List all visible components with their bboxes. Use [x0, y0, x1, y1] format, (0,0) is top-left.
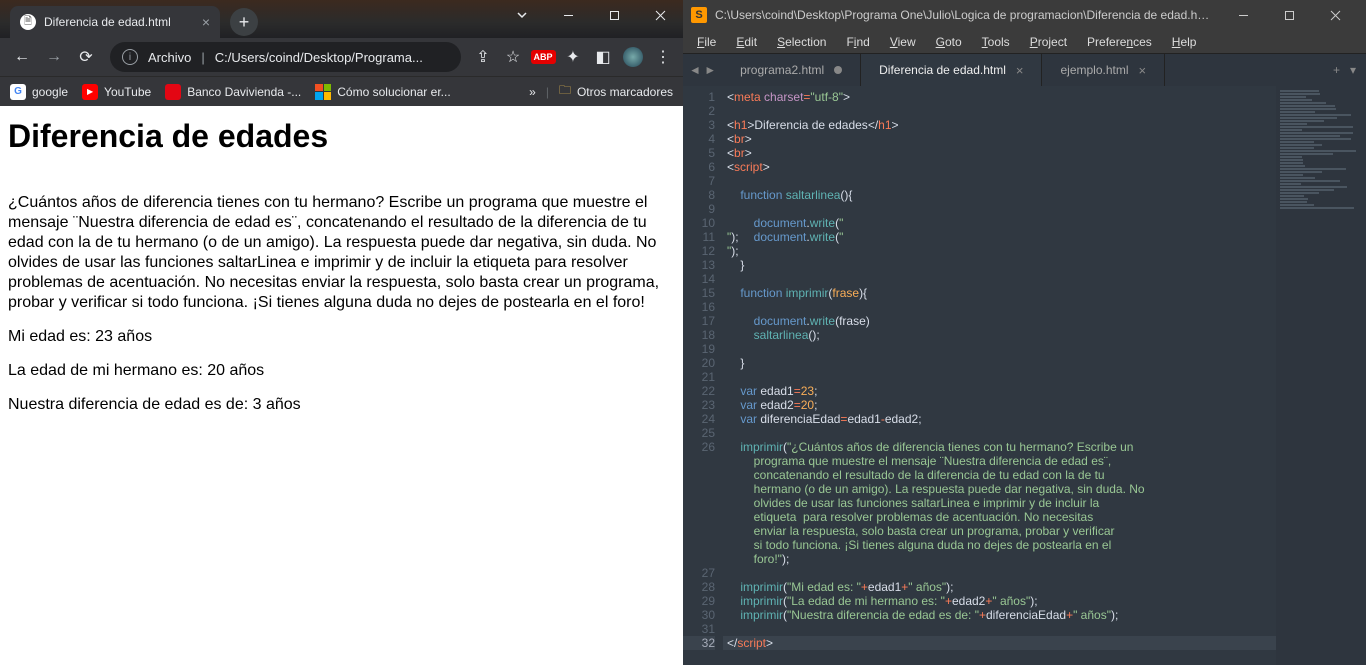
bookmark-google[interactable]: Ggoogle: [10, 84, 68, 100]
chrome-toolbar: ← → ⟳ i Archivo | C:/Users/coind/Desktop…: [0, 38, 683, 76]
bookmark-youtube[interactable]: ▶YouTube: [82, 84, 151, 100]
forward-button[interactable]: →: [40, 43, 68, 71]
editor-tab-ejemplo[interactable]: ejemplo.html×: [1042, 54, 1165, 86]
chrome-window-controls: [499, 0, 683, 30]
menu-selection[interactable]: Selection: [769, 33, 834, 51]
menu-help[interactable]: Help: [1164, 33, 1205, 51]
share-icon[interactable]: ⇪: [471, 45, 495, 69]
minimize-icon[interactable]: [1220, 0, 1266, 30]
close-window-icon[interactable]: [637, 0, 683, 30]
chrome-titlebar: 🗎 Diferencia de edad.html × +: [0, 0, 683, 38]
menu-find[interactable]: Find: [838, 33, 877, 51]
new-tab-button[interactable]: +: [230, 8, 258, 36]
maximize-icon[interactable]: [1266, 0, 1312, 30]
star-icon[interactable]: ☆: [501, 45, 525, 69]
reader-icon[interactable]: ◧: [591, 45, 615, 69]
bookmark-msfix[interactable]: Cómo solucionar er...: [315, 84, 450, 100]
bookmark-davivienda[interactable]: Banco Davivienda -...: [165, 84, 301, 100]
menu-goto[interactable]: Goto: [928, 33, 970, 51]
bookmarks-overflow[interactable]: »: [529, 85, 536, 99]
tab-nav-arrows[interactable]: ◄ ►: [683, 54, 722, 86]
google-icon: G: [10, 84, 26, 100]
minimize-icon[interactable]: [545, 0, 591, 30]
extensions-icon[interactable]: ✦: [561, 45, 585, 69]
close-tab-icon[interactable]: ×: [1016, 63, 1024, 78]
toolbar-right: ⇪ ☆ ABP ✦ ◧ ⋮: [471, 45, 675, 69]
url-scheme: Archivo: [148, 50, 191, 65]
line-gutter: 1234567891011121314151617181920212223242…: [683, 86, 723, 665]
editor-tab-programa2[interactable]: programa2.html: [722, 54, 861, 86]
menu-view[interactable]: View: [882, 33, 924, 51]
sublime-menu-bar: File Edit Selection Find View Goto Tools…: [683, 30, 1366, 54]
folder-icon: 🗀: [559, 81, 571, 102]
menu-file[interactable]: File: [689, 33, 724, 51]
davivienda-icon: [165, 84, 181, 100]
sublime-tab-bar: ◄ ► programa2.html Diferencia de edad.ht…: [683, 54, 1366, 86]
chrome-window: 🗎 Diferencia de edad.html × + ← → ⟳ i Ar…: [0, 0, 683, 665]
url-path: C:/Users/coind/Desktop/Programa...: [215, 50, 423, 65]
chrome-menu-button[interactable]: ⋮: [651, 45, 675, 69]
output-line-age2: La edad de mi hermano es: 20 años: [8, 361, 675, 381]
tab-dropdown-icon[interactable]: ▾: [1350, 63, 1356, 77]
menu-edit[interactable]: Edit: [728, 33, 765, 51]
microsoft-icon: [315, 84, 331, 100]
page-heading: Diferencia de edades: [8, 118, 675, 155]
minimap[interactable]: [1276, 86, 1366, 665]
close-window-icon[interactable]: [1312, 0, 1358, 30]
close-tab-icon[interactable]: ×: [1139, 63, 1147, 78]
youtube-icon: ▶: [82, 84, 98, 100]
tab-title: Diferencia de edad.html: [44, 15, 171, 29]
bookmarks-bar: Ggoogle ▶YouTube Banco Davivienda -... C…: [0, 76, 683, 106]
output-line-diff: Nuestra diferencia de edad es de: 3 años: [8, 395, 675, 415]
back-button[interactable]: ←: [8, 43, 36, 71]
editor-tab-diferencia[interactable]: Diferencia de edad.html×: [861, 54, 1042, 86]
chevron-down-icon[interactable]: [499, 0, 545, 30]
maximize-icon[interactable]: [591, 0, 637, 30]
sublime-titlebar: S C:\Users\coind\Desktop\Programa One\Ju…: [683, 0, 1366, 30]
browser-tab[interactable]: 🗎 Diferencia de edad.html ×: [10, 6, 220, 38]
menu-project[interactable]: Project: [1022, 33, 1075, 51]
close-tab-icon[interactable]: ×: [202, 14, 210, 30]
abp-extension-icon[interactable]: ABP: [531, 45, 555, 69]
unsaved-dot-icon: [834, 66, 842, 74]
site-info-icon[interactable]: i: [122, 49, 138, 65]
menu-preferences[interactable]: Preferences: [1079, 33, 1160, 51]
file-icon: 🗎: [20, 14, 36, 30]
code-area[interactable]: <meta charset="utf-8"> <h1>Diferencia de…: [723, 86, 1276, 665]
profile-avatar-icon[interactable]: [621, 45, 645, 69]
address-bar[interactable]: i Archivo | C:/Users/coind/Desktop/Progr…: [110, 42, 461, 72]
reload-button[interactable]: ⟳: [72, 43, 100, 71]
other-bookmarks[interactable]: 🗀Otros marcadores: [559, 81, 673, 102]
menu-tools[interactable]: Tools: [974, 33, 1018, 51]
new-tab-button[interactable]: +: [1333, 63, 1340, 77]
sublime-window: S C:\Users\coind\Desktop\Programa One\Ju…: [683, 0, 1366, 665]
page-content: Diferencia de edades ¿Cuántos años de di…: [0, 106, 683, 665]
sublime-logo-icon: S: [691, 7, 707, 23]
output-line-age1: Mi edad es: 23 años: [8, 327, 675, 347]
editor-body: 1234567891011121314151617181920212223242…: [683, 86, 1366, 665]
page-paragraph: ¿Cuántos años de diferencia tienes con t…: [8, 193, 675, 313]
sublime-window-title: C:\Users\coind\Desktop\Programa One\Juli…: [715, 8, 1212, 22]
sublime-window-controls: [1220, 0, 1358, 30]
